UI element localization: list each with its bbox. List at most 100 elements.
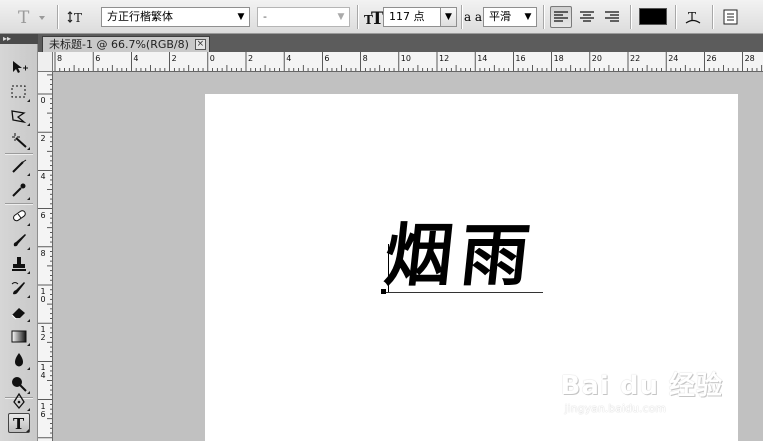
gradient-tool[interactable]	[8, 326, 30, 346]
ruler-label: 18	[553, 54, 564, 63]
document-tab[interactable]: 未标题-1 @ 66.7%(RGB/8) ×	[42, 36, 210, 52]
ruler-label: 0	[40, 96, 46, 105]
text-orientation-button[interactable]: T	[66, 6, 88, 28]
healing-brush-tool[interactable]	[8, 206, 30, 226]
blur-tool[interactable]	[8, 350, 30, 370]
eyedropper-tool[interactable]	[8, 180, 30, 200]
ruler-label: 14	[40, 363, 46, 381]
submenu-indicator-icon	[27, 271, 30, 274]
lasso-tool-icon	[11, 110, 27, 124]
move-tool-icon	[13, 61, 28, 73]
ruler-label: 6	[40, 210, 46, 220]
text-insertion-caret	[388, 244, 389, 292]
submenu-indicator-icon	[27, 99, 30, 102]
font-size-value: 117 点	[389, 10, 425, 23]
tools-panel-header[interactable]: ▸▸	[0, 34, 38, 44]
separator	[357, 5, 358, 29]
submenu-indicator-icon	[27, 295, 30, 298]
pen-tool-icon	[13, 393, 25, 409]
marquee-tool-icon	[11, 85, 26, 98]
separator	[630, 5, 631, 29]
clone-stamp-tool-icon	[12, 257, 26, 271]
submenu-indicator-icon	[27, 147, 30, 150]
eraser-tool[interactable]	[8, 302, 30, 322]
brush-tool[interactable]	[8, 230, 30, 250]
ruler-label: 6	[324, 54, 330, 63]
ruler-label: 22	[630, 54, 641, 63]
crop-tool[interactable]	[8, 156, 30, 176]
ruler-label: 28	[744, 54, 755, 63]
watermark-logo: Bai du 经验	[560, 371, 723, 401]
pen-tool[interactable]	[8, 391, 30, 411]
chevron-down-icon: ▼	[337, 12, 345, 22]
text-color-swatch[interactable]	[638, 6, 668, 27]
submenu-indicator-icon	[27, 343, 30, 346]
submenu-indicator-icon	[27, 223, 30, 226]
ruler-label: 2	[248, 54, 254, 63]
font-size-icon: T T	[364, 6, 384, 27]
ruler-label: 4	[40, 172, 46, 182]
type-tool[interactable]: T	[8, 413, 30, 433]
align-right-button[interactable]	[601, 6, 623, 28]
font-family-select[interactable]: 方正行楷繁体 ▼	[101, 7, 250, 27]
svg-text:T: T	[74, 11, 82, 25]
align-center-button[interactable]	[576, 6, 598, 28]
document-tab-strip: 未标题-1 @ 66.7%(RGB/8) ×	[38, 34, 763, 52]
document-tab-title: 未标题-1 @ 66.7%(RGB/8)	[49, 38, 189, 51]
ruler-label: 0	[209, 54, 215, 63]
watermark-url: jingyan.baidu.com	[564, 402, 667, 415]
align-right-icon	[605, 11, 619, 22]
tool-preset-picker[interactable]: T	[14, 6, 50, 27]
options-bar: T T 方正行楷繁体 ▼ - ▼ T T 117 点 ▼ a a 平滑 ▼ T	[0, 0, 763, 34]
lasso-tool[interactable]	[8, 106, 30, 126]
character-panels-button[interactable]	[720, 6, 742, 28]
magic-wand-tool[interactable]	[8, 130, 30, 150]
tools-panel: ▸▸ T	[0, 34, 38, 441]
text-layer-content[interactable]: 烟雨	[381, 216, 541, 296]
ruler-label: 4	[133, 54, 139, 63]
text-anchor-point[interactable]	[381, 289, 386, 294]
blur-tool-icon	[15, 353, 23, 367]
submenu-indicator-icon	[26, 429, 29, 432]
font-style-select[interactable]: - ▼	[257, 7, 350, 27]
submenu-indicator-icon	[27, 367, 30, 370]
gradient-tool-icon	[11, 330, 27, 343]
marquee-tool[interactable]	[8, 82, 30, 102]
warp-text-button[interactable]: T	[682, 6, 704, 28]
antialias-select[interactable]: 平滑 ▼	[483, 7, 537, 27]
separator	[57, 5, 58, 29]
separator	[5, 153, 33, 154]
submenu-indicator-icon	[27, 197, 30, 200]
move-tool[interactable]	[8, 58, 30, 78]
history-brush-tool[interactable]	[8, 278, 30, 298]
separator	[5, 203, 33, 204]
magic-wand-tool-icon	[12, 133, 27, 148]
eyedropper-tool-icon	[12, 183, 26, 197]
horizontal-ruler[interactable]: 8 6 4 2 0 2 4 6 8 10 12 14 16 18 20 22 24 26 28	[53, 52, 763, 72]
healing-brush-tool-icon	[13, 210, 26, 222]
align-left-button[interactable]	[550, 6, 572, 28]
ruler-label: 10	[400, 54, 411, 63]
submenu-indicator-icon	[27, 408, 30, 411]
history-brush-tool-icon	[11, 282, 25, 295]
ruler-origin[interactable]	[38, 52, 53, 72]
separator	[675, 5, 676, 29]
ruler-label: 8	[57, 54, 63, 63]
separator	[461, 5, 462, 29]
ruler-label: 16	[515, 54, 526, 63]
close-icon[interactable]: ×	[194, 39, 206, 50]
brush-tool-icon	[13, 234, 26, 247]
vertical-ruler[interactable]: 0 2 4 6 8 10 12 14 16	[38, 72, 53, 441]
font-style-value: -	[263, 10, 267, 23]
type-tool-icon: T	[18, 8, 45, 27]
ruler-label: 10	[40, 287, 46, 304]
ruler-label: 26	[706, 54, 717, 63]
ruler-label: 4	[286, 54, 292, 63]
ruler-label: 2	[171, 54, 177, 63]
font-size-select[interactable]: 117 点 ▼	[383, 7, 457, 27]
ruler-label: 14	[477, 54, 488, 63]
ruler-label: 8	[40, 248, 46, 258]
text-orientation-icon: T	[67, 11, 82, 25]
clone-stamp-tool[interactable]	[8, 254, 30, 274]
chevron-down-icon: ▼	[440, 8, 456, 26]
